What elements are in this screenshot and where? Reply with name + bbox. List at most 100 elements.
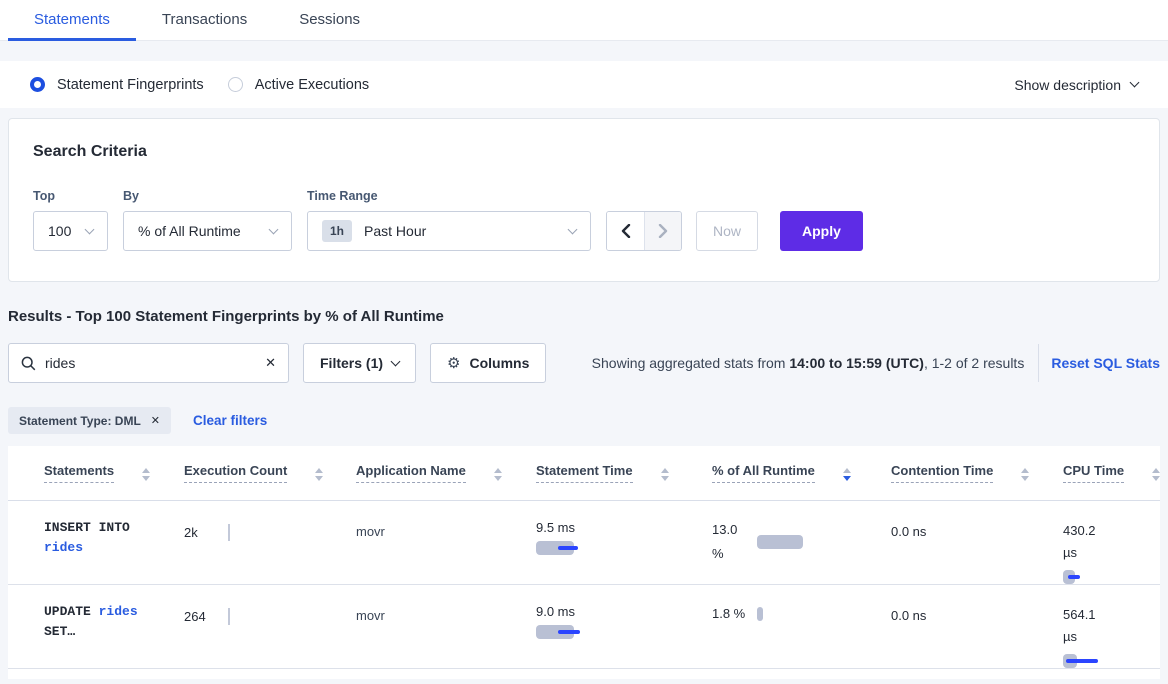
statement-text: UPDATE — [44, 604, 99, 619]
search-input[interactable] — [45, 355, 265, 371]
table-row: INSERT INTO rides 2k movr 9.5 ms 13.0 % … — [8, 501, 1160, 585]
now-button[interactable]: Now — [696, 211, 758, 251]
search-icon — [21, 356, 36, 371]
statement-link[interactable]: rides — [99, 604, 138, 619]
execution-count-value: 2k — [184, 525, 228, 540]
cpu-time-bar — [1063, 570, 1152, 584]
statement-text: SET… — [44, 624, 75, 639]
time-range-field: Time Range 1h Past Hour — [307, 189, 591, 251]
filters-button[interactable]: Filters (1) — [303, 343, 416, 383]
table-row: UPDATE rides SET… 264 movr 9.0 ms 1.8 % … — [8, 585, 1160, 669]
cpu-time-value: 564.1 µs — [1063, 604, 1103, 648]
sort-icon[interactable] — [661, 466, 669, 481]
filter-chip-row: Statement Type: DML ✕ Clear filters — [8, 407, 1160, 434]
radio-active-executions[interactable]: Active Executions — [228, 77, 369, 93]
col-header-execution-count[interactable]: Execution Count — [184, 463, 356, 483]
statements-table: Statements Execution Count Application N… — [8, 446, 1160, 679]
sort-icon[interactable] — [315, 466, 323, 481]
col-header-application-name[interactable]: Application Name — [356, 463, 536, 483]
show-description-toggle[interactable]: Show description — [1014, 77, 1138, 93]
col-header-contention-time[interactable]: Contention Time — [891, 463, 1063, 483]
clear-search-icon[interactable]: ✕ — [265, 355, 276, 371]
col-header-label: Statement Time — [536, 463, 633, 483]
sort-icon-active[interactable] — [843, 466, 851, 481]
execution-count-cell: 2k — [184, 518, 356, 541]
search-criteria-card: Search Criteria Top 100 By % of All Runt… — [8, 118, 1160, 282]
execution-count-bar — [228, 608, 230, 625]
col-header-runtime-pct[interactable]: % of All Runtime — [712, 463, 891, 483]
execution-count-bar — [228, 524, 230, 541]
col-header-cpu-time[interactable]: CPU Time — [1063, 463, 1160, 483]
gear-icon: ⚙ — [447, 354, 460, 372]
application-name-cell: movr — [356, 602, 536, 623]
page-tabs: Statements Transactions Sessions — [0, 0, 1168, 41]
stats-prefix: Showing aggregated stats from — [592, 355, 790, 371]
contention-time-cell: 0.0 ns — [891, 518, 1063, 539]
col-header-label: Application Name — [356, 463, 466, 483]
tab-transactions[interactable]: Transactions — [136, 0, 273, 41]
chevron-down-icon — [391, 357, 401, 367]
by-select[interactable]: % of All Runtime — [123, 211, 292, 251]
by-field: By % of All Runtime — [123, 189, 292, 251]
stats-range: 14:00 to 15:59 (UTC) — [789, 355, 924, 371]
statement-cell[interactable]: UPDATE rides SET… — [44, 602, 184, 642]
application-name-cell: movr — [356, 518, 536, 539]
statement-link[interactable]: rides — [44, 540, 83, 555]
show-description-label: Show description — [1014, 77, 1121, 93]
col-header-statements[interactable]: Statements — [44, 463, 184, 483]
filter-chip-statement-type[interactable]: Statement Type: DML ✕ — [8, 407, 171, 434]
chevron-left-icon — [621, 224, 631, 238]
time-range-value: Past Hour — [364, 223, 426, 239]
time-pager — [606, 211, 682, 251]
table-header-row: Statements Execution Count Application N… — [8, 446, 1160, 501]
chevron-down-icon — [85, 224, 95, 234]
columns-button[interactable]: ⚙ Columns — [430, 343, 546, 383]
col-header-label: Contention Time — [891, 463, 993, 483]
stats-summary: Showing aggregated stats from 14:00 to 1… — [546, 355, 1024, 371]
top-select[interactable]: 100 — [33, 211, 108, 251]
apply-button[interactable]: Apply — [780, 211, 863, 251]
col-header-label: Execution Count — [184, 463, 287, 483]
cpu-time-value: 430.2 µs — [1063, 520, 1103, 564]
statement-time-value: 9.0 ms — [536, 604, 712, 619]
tab-sessions[interactable]: Sessions — [273, 0, 386, 41]
statement-time-cell: 9.0 ms — [536, 602, 712, 639]
top-field: Top 100 — [33, 189, 108, 251]
next-time-button[interactable] — [644, 212, 681, 250]
radio-label: Statement Fingerprints — [57, 77, 204, 93]
col-header-statement-time[interactable]: Statement Time — [536, 463, 712, 483]
chevron-down-icon — [269, 224, 279, 234]
reset-sql-stats-link[interactable]: Reset SQL Stats — [1051, 355, 1160, 371]
clear-filters-link[interactable]: Clear filters — [193, 413, 267, 428]
top-label: Top — [33, 189, 108, 203]
search-criteria-title: Search Criteria — [33, 143, 1135, 161]
radio-unselected-icon — [228, 77, 243, 92]
execution-count-value: 264 — [184, 609, 228, 624]
divider — [1038, 344, 1039, 382]
contention-time-cell: 0.0 ns — [891, 602, 1063, 623]
sort-icon[interactable] — [142, 466, 150, 481]
top-value: 100 — [48, 223, 71, 239]
time-range-badge: 1h — [322, 220, 352, 242]
tab-statements[interactable]: Statements — [8, 0, 136, 41]
view-mode-bar: Statement Fingerprints Active Executions… — [0, 61, 1168, 108]
statement-cell[interactable]: INSERT INTO rides — [44, 518, 184, 558]
results-controls: ✕ Filters (1) ⚙ Columns Showing aggregat… — [8, 343, 1160, 383]
statement-time-bar — [536, 541, 712, 555]
time-range-label: Time Range — [307, 189, 591, 203]
col-header-label: CPU Time — [1063, 463, 1124, 483]
chevron-down-icon — [1130, 78, 1140, 88]
filters-label: Filters (1) — [320, 355, 383, 371]
remove-filter-icon[interactable]: ✕ — [151, 414, 160, 427]
columns-label: Columns — [469, 355, 529, 371]
sort-icon[interactable] — [494, 466, 502, 481]
filter-chip-label: Statement Type: DML — [19, 414, 141, 428]
runtime-pct-value: 13.0 % — [712, 518, 749, 566]
cpu-time-bar — [1063, 654, 1152, 668]
prev-time-button[interactable] — [607, 212, 644, 250]
radio-statement-fingerprints[interactable]: Statement Fingerprints — [30, 77, 204, 93]
sort-icon[interactable] — [1021, 466, 1029, 481]
by-label: By — [123, 189, 292, 203]
sort-icon[interactable] — [1152, 466, 1160, 481]
time-range-select[interactable]: 1h Past Hour — [307, 211, 591, 251]
